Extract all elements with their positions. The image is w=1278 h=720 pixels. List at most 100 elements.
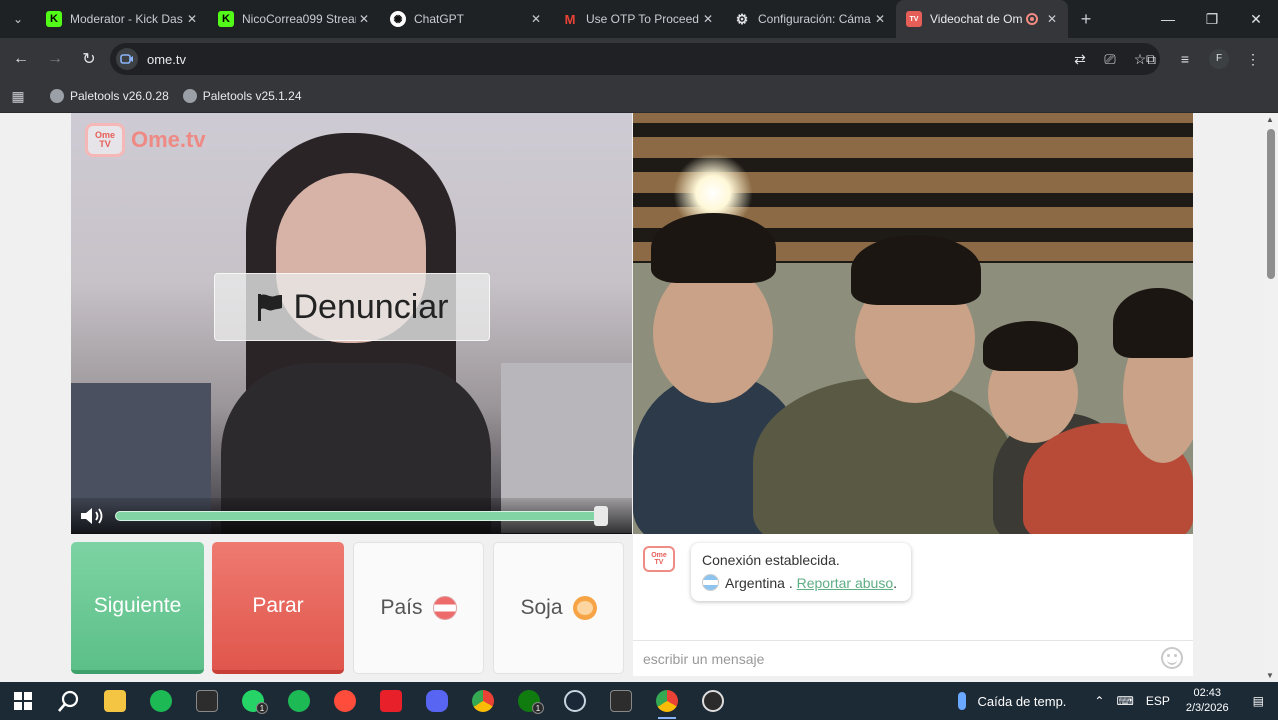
recording-icon (1026, 13, 1038, 25)
weather-widget[interactable]: Caída de temp. (957, 692, 1066, 710)
tab-ometv[interactable]: TV Videochat de Om ✕ (896, 0, 1068, 38)
gear-icon: ⚙ (735, 10, 749, 27)
gender-filter-button[interactable]: Soja (493, 542, 624, 674)
whatsapp-icon[interactable]: 1 (230, 682, 276, 720)
close-tab-icon[interactable]: ✕ (1044, 12, 1060, 26)
spotify-icon[interactable] (138, 682, 184, 720)
browser-toolbar: ← → ↻ ome.tv ⇄ ⎚ ☆ ⧉ ≡ F ⋮ (0, 38, 1278, 80)
country-filter-button[interactable]: País (353, 542, 484, 674)
windows-start-icon[interactable] (0, 682, 46, 720)
tab-gmail[interactable]: M Use OTP To Proceed ✕ (552, 0, 724, 38)
volume-slider-handle[interactable] (594, 506, 608, 526)
profile-avatar[interactable]: F (1209, 49, 1229, 69)
extensions-icon[interactable]: ⧉ (1134, 51, 1168, 68)
file-explorer-icon[interactable] (92, 682, 138, 720)
xbox-icon[interactable]: 1 (506, 682, 552, 720)
partner-video: Ome TV Ome.tv Denunciar (71, 113, 632, 534)
bookmark-paletools-25[interactable]: Paletools v25.1.24 (182, 89, 302, 103)
restore-icon[interactable]: ❐ (1190, 0, 1234, 38)
new-tab-icon[interactable]: + (1068, 0, 1104, 38)
close-window-icon[interactable]: ✕ (1234, 0, 1278, 38)
chat-logo-top: Ome (651, 552, 667, 559)
video-person (851, 235, 981, 305)
bookmarks-bar: ▦ Paletools v26.0.28 Paletools v25.1.24 (0, 80, 1278, 113)
next-button[interactable]: Siguiente (71, 542, 204, 674)
gender-label: Soja (520, 596, 563, 619)
forward-icon[interactable]: → (38, 42, 72, 76)
notifications-icon[interactable]: ▤ (1253, 694, 1264, 708)
country-label: País (380, 596, 423, 619)
scroll-up-icon[interactable]: ▲ (1266, 115, 1274, 124)
paletools-icon (182, 89, 197, 103)
ometv-page: Ome TV Ome.tv Denunciar Siguiente Parar … (0, 113, 1264, 682)
page-scrollbar[interactable]: ▲ ▼ (1264, 113, 1278, 682)
minimize-icon[interactable]: — (1146, 0, 1190, 38)
steam-icon[interactable] (552, 682, 598, 720)
speaker-icon[interactable] (79, 506, 107, 526)
apps-grid-icon[interactable]: ▦ (0, 88, 36, 105)
clock[interactable]: 02:43 2/3/2026 (1186, 686, 1229, 716)
back-icon[interactable]: ← (4, 42, 38, 76)
logo-badge-bottom: TV (99, 139, 111, 149)
bookmark-paletools-26[interactable]: Paletools v26.0.28 (50, 89, 169, 103)
adobe-acrobat-icon[interactable] (368, 682, 414, 720)
chat-logo-bottom: TV (654, 559, 664, 566)
emoji-icon[interactable] (1161, 647, 1183, 669)
chevron-up-icon[interactable]: ⌃ (1094, 694, 1104, 708)
discord-icon[interactable] (414, 682, 460, 720)
tab-chatgpt[interactable]: ✺ ChatGPT ✕ (380, 0, 552, 38)
ometv-chat-icon: Ome TV (643, 546, 675, 572)
report-abuse-link[interactable]: Reportar abuso (797, 575, 894, 591)
boy-avatar-icon (572, 596, 597, 620)
paletools-icon (50, 89, 64, 103)
tab-kick-moderator[interactable]: K Moderator - Kick Das ✕ (36, 0, 208, 38)
close-tab-icon[interactable]: ✕ (528, 12, 544, 26)
close-tab-icon[interactable]: ✕ (356, 12, 372, 26)
spotify-icon[interactable] (276, 682, 322, 720)
message-input[interactable] (633, 641, 1153, 676)
flag-icon (257, 294, 282, 321)
close-tab-icon[interactable]: ✕ (184, 12, 200, 26)
argentina-flag-icon (702, 574, 719, 591)
volume-bar (71, 498, 632, 534)
scroll-down-icon[interactable]: ▼ (1266, 671, 1274, 680)
xbox-badge: 1 (532, 702, 544, 714)
cast-icon[interactable]: ⎚ (1098, 51, 1122, 68)
ometv-logo-icon: Ome TV (85, 123, 125, 157)
punctuation: . (893, 574, 898, 591)
kick-icon: K (46, 11, 62, 27)
toolbar-actions: ⧉ ≡ F ⋮ (1134, 42, 1270, 76)
volume-slider[interactable] (115, 511, 600, 521)
chrome-icon[interactable] (644, 682, 690, 720)
obs-recording-icon[interactable] (690, 682, 736, 720)
tab-search-chevron-icon[interactable]: ⌄ (0, 0, 36, 38)
close-tab-icon[interactable]: ✕ (700, 12, 716, 26)
system-tray: Caída de temp. ⌃ ⌨ ESP 02:43 2/3/2026 ▤ (957, 682, 1278, 720)
thermometer-icon (957, 692, 966, 710)
stop-button[interactable]: Parar (212, 542, 344, 674)
media-control-icon[interactable]: ≡ (1168, 51, 1202, 67)
video-person (753, 378, 1013, 534)
translate-icon[interactable]: ⇄ (1068, 51, 1092, 68)
ometv-logo: Ome TV Ome.tv (85, 123, 206, 157)
window-controls: — ❐ ✕ (1146, 0, 1278, 38)
epic-games-icon[interactable] (184, 682, 230, 720)
menu-kebab-icon[interactable]: ⋮ (1236, 51, 1270, 68)
language-indicator[interactable]: ESP (1146, 694, 1170, 708)
chatgpt-icon: ✺ (390, 11, 406, 27)
keyboard-icon[interactable]: ⌨ (1116, 694, 1133, 708)
search-icon[interactable] (46, 682, 92, 720)
ea-app-icon[interactable] (322, 682, 368, 720)
reload-icon[interactable]: ↻ (72, 42, 106, 76)
tab-kick-stream[interactable]: K NicoCorrea099 Stream ✕ (208, 0, 380, 38)
report-button[interactable]: Denunciar (214, 273, 490, 341)
chrome-icon[interactable] (460, 682, 506, 720)
address-bar[interactable]: ome.tv ⇄ ⎚ ☆ (110, 43, 1160, 75)
close-tab-icon[interactable]: ✕ (872, 12, 888, 26)
tab-settings-camera[interactable]: ⚙ Configuración: Cáma ✕ (724, 0, 896, 38)
site-info-icon[interactable] (116, 48, 138, 70)
tab-title: Configuración: Cáma (758, 12, 871, 26)
epic-games-icon[interactable] (598, 682, 644, 720)
scrollbar-thumb[interactable] (1267, 129, 1275, 279)
tab-title: NicoCorrea099 Stream (242, 12, 356, 26)
